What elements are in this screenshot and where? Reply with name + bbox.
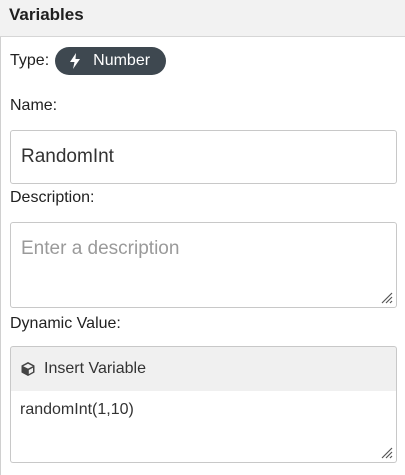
name-value: RandomInt	[21, 146, 114, 167]
type-row: Type: Number	[10, 47, 167, 75]
dynamic-value-editor[interactable]: randomInt(1,10)	[10, 391, 397, 463]
resize-handle-icon[interactable]	[379, 445, 393, 459]
resize-handle-icon[interactable]	[379, 290, 393, 304]
bolt-icon	[70, 53, 81, 69]
panel-divider	[0, 37, 1, 475]
dynamic-value-label: Dynamic Value:	[10, 315, 121, 332]
description-placeholder: Enter a description	[21, 238, 180, 259]
type-badge[interactable]: Number	[55, 47, 167, 75]
cube-icon	[21, 362, 35, 376]
insert-variable-button[interactable]: Insert Variable	[20, 354, 146, 384]
panel-title: Variables	[9, 5, 84, 24]
description-label: Description:	[10, 189, 95, 206]
description-textarea[interactable]: Enter a description	[10, 222, 397, 308]
dynamic-value-toolbar: Insert Variable	[10, 346, 397, 392]
name-label: Name:	[10, 97, 58, 114]
panel-header: Variables	[0, 0, 405, 37]
dynamic-value-text: randomInt(1,10)	[20, 401, 134, 418]
name-input[interactable]: RandomInt	[10, 130, 397, 184]
type-label: Type:	[10, 52, 50, 69]
insert-variable-label: Insert Variable	[44, 360, 146, 377]
type-value: Number	[93, 52, 151, 69]
